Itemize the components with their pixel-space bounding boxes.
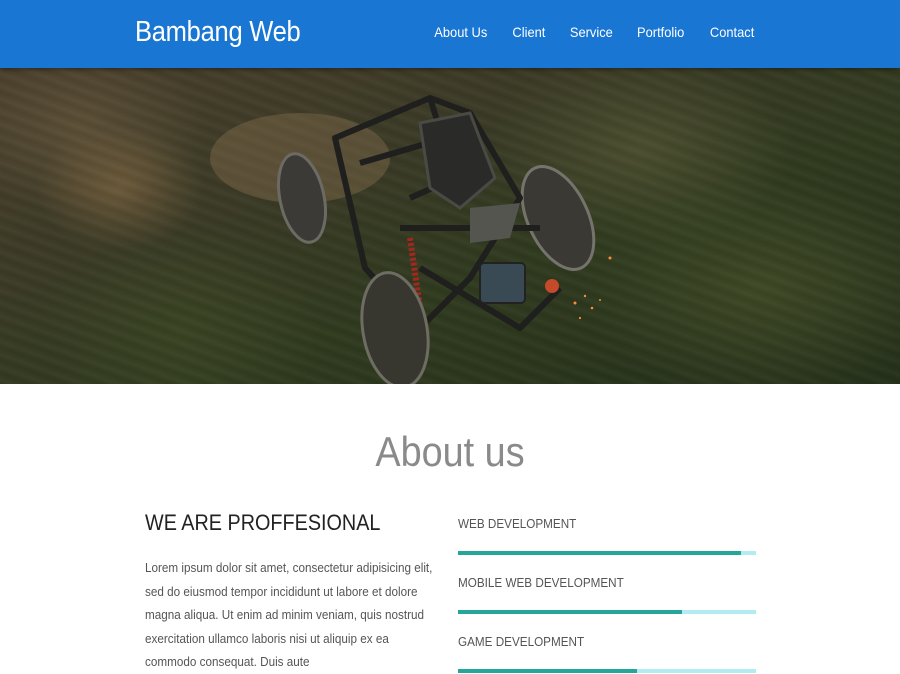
skill-item: Web Development: [458, 516, 756, 555]
nav-link-client[interactable]: Client: [512, 24, 545, 40]
skill-item: Game Development: [458, 634, 756, 673]
about-paragraph: Lorem ipsum dolor sit amet, consectetur …: [145, 560, 433, 669]
buggy-illustration: [210, 95, 612, 384]
nav-links: About Us Client Service Portfolio Contac…: [411, 24, 756, 40]
buggy-seat: [418, 111, 497, 210]
brand-logo-text[interactable]: Bambang Web: [135, 16, 301, 49]
hero-banner-image: [0, 68, 900, 384]
skill-progress-bar: [458, 610, 756, 614]
about-heading: WE ARE PROFFESIONAL: [145, 510, 381, 535]
nav-link-contact[interactable]: Contact: [710, 24, 754, 40]
skill-progress-bar: [458, 551, 756, 555]
section-title-about: About us: [375, 428, 525, 475]
navbar: Bambang Web About Us Client Service Port…: [0, 0, 900, 68]
skill-label: Mobile Web Development: [458, 575, 624, 590]
skill-item: Mobile Web Development: [458, 575, 756, 614]
wheel-rear-right: [520, 165, 596, 271]
skill-label: Game Development: [458, 634, 585, 649]
about-text-column: WE ARE PROFFESIONAL Lorem ipsum dolor si…: [145, 510, 445, 674]
skill-progress-fill: [458, 551, 742, 555]
nav-link-service[interactable]: Service: [570, 24, 613, 40]
skill-progress-fill: [458, 610, 682, 614]
skill-label: Web Development: [458, 516, 577, 531]
skill-progress-fill: [458, 669, 637, 673]
wheel-front-left: [360, 271, 430, 384]
skill-progress-bar: [458, 669, 756, 673]
nav-link-portfolio[interactable]: Portfolio: [637, 24, 684, 40]
skills-column: Web Development Mobile Web Development G…: [458, 516, 756, 673]
nav-link-about-us[interactable]: About Us: [435, 24, 488, 40]
